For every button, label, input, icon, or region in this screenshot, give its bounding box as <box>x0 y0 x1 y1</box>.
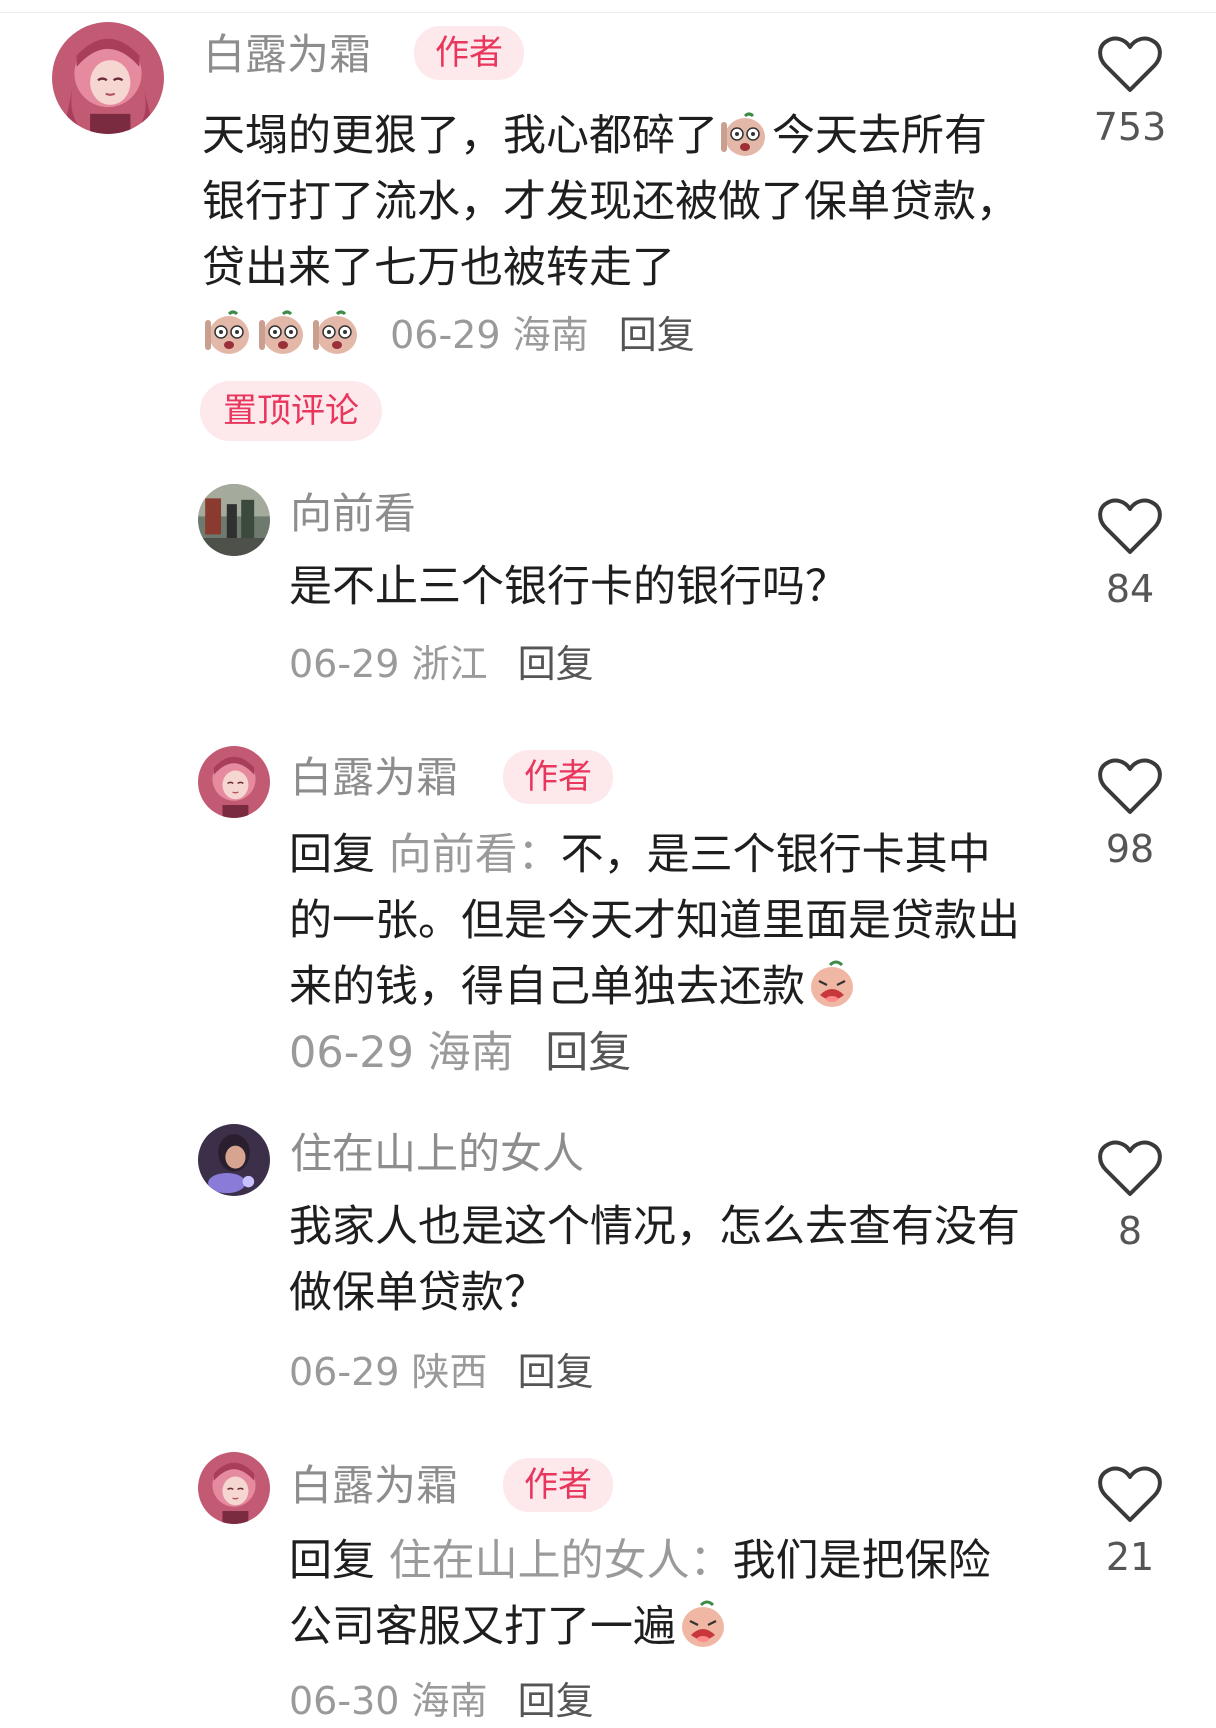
night-portrait-avatar[interactable] <box>198 1124 270 1196</box>
like-button[interactable]: 98 <box>1080 758 1180 874</box>
reply-button[interactable]: 回复 <box>518 1350 594 1394</box>
author-name[interactable]: 白露为霜 <box>290 1455 458 1517</box>
author-badge: 作者 <box>414 26 524 80</box>
top-divider <box>0 0 1216 13</box>
reply-button[interactable]: 回复 <box>619 313 695 357</box>
comment-text: 回复 住在山上的女人：我们是把保险公司客服又打了一遍 <box>289 1528 1029 1660</box>
reply-target[interactable]: 住在山上的女人： <box>389 1536 733 1586</box>
comment-location: 陕西 <box>411 1350 488 1394</box>
author-name[interactable]: 向前看 <box>290 484 416 544</box>
like-button[interactable]: 753 <box>1080 36 1180 152</box>
street-photo-avatar-icon <box>198 484 270 556</box>
reply-button[interactable]: 回复 <box>518 1679 594 1723</box>
author-badge: 作者 <box>503 750 613 804</box>
comment-text: 我家人也是这个情况，怎么去查有没有做保单贷款？ <box>289 1202 1020 1318</box>
anime-girl-avatar-icon <box>52 22 164 134</box>
comment-text-part1: 天塌的更狠了，我心都碎了 <box>202 111 718 161</box>
heart-outline-icon <box>1098 1466 1162 1522</box>
comment-text: 天塌的更狠了，我心都碎了 今天去所有银行打了流水，才发现还被做了保单贷款，贷出来了… <box>202 103 1022 301</box>
crying-peanut-emoji <box>677 1599 729 1649</box>
shocked-peanut-emoji <box>311 310 363 356</box>
like-count: 753 <box>1093 105 1167 149</box>
heart-outline-icon <box>1098 36 1162 92</box>
comment-location: 海南 <box>512 313 589 357</box>
anime-girl-avatar[interactable] <box>52 22 164 134</box>
comment-date: 06-30 <box>289 1679 400 1723</box>
anime-girl-avatar-icon <box>198 1452 270 1524</box>
anime-girl-avatar[interactable] <box>198 1452 270 1524</box>
author-name[interactable]: 住在山上的女人 <box>290 1124 584 1184</box>
comment-date: 06-29 <box>289 1028 414 1078</box>
reply-button[interactable]: 回复 <box>518 642 594 686</box>
shocked-peanut-emoji <box>257 310 309 356</box>
heart-outline-icon <box>1098 758 1162 814</box>
comment-location: 浙江 <box>411 642 488 686</box>
comment-meta: 06-29 陕西 回复 <box>289 1342 594 1402</box>
comment-location: 海南 <box>427 1028 514 1078</box>
comment-date: 06-29 <box>390 313 501 357</box>
crying-peanut-emoji <box>806 959 858 1009</box>
night-portrait-avatar-icon <box>198 1124 270 1196</box>
pinned-comment-badge: 置顶评论 <box>200 381 382 441</box>
comment-date: 06-29 <box>289 1350 400 1394</box>
comment-meta: 06-29 浙江 回复 <box>289 634 594 694</box>
shocked-peanut-emoji <box>203 310 255 356</box>
like-button[interactable]: 21 <box>1080 1466 1180 1582</box>
reply-prefix: 回复 <box>289 830 375 880</box>
author-name[interactable]: 白露为霜 <box>290 747 458 809</box>
heart-outline-icon <box>1098 1140 1162 1196</box>
like-count: 98 <box>1105 827 1155 871</box>
reply-target[interactable]: 向前看： <box>389 830 561 880</box>
comment-date: 06-29 <box>289 642 400 686</box>
comment-text: 回复 向前看：不，是三个银行卡其中的一张。但是今天才知道里面是贷款出来的钱，得自… <box>289 822 1029 1086</box>
author-badge: 作者 <box>503 1458 613 1512</box>
comment-meta: 06-30 海南 回复 <box>289 1676 594 1726</box>
shocked-peanut-emoji <box>719 112 771 158</box>
comment-location: 海南 <box>411 1679 488 1723</box>
like-button[interactable]: 8 <box>1080 1140 1180 1256</box>
comment-text: 是不止三个银行卡的银行吗？ <box>289 562 848 612</box>
like-count: 21 <box>1105 1535 1155 1579</box>
heart-outline-icon <box>1098 498 1162 554</box>
street-photo-avatar[interactable] <box>198 484 270 556</box>
reply-button[interactable]: 回复 <box>545 1028 631 1078</box>
author-name[interactable]: 白露为霜 <box>203 24 371 86</box>
anime-girl-avatar-icon <box>198 746 270 818</box>
like-button[interactable]: 84 <box>1080 498 1180 614</box>
like-count: 8 <box>1117 1209 1143 1253</box>
anime-girl-avatar[interactable] <box>198 746 270 818</box>
comment-meta: 06-29 海南 回复 <box>202 305 695 365</box>
comment-section: 白露为霜 作者 天塌的更狠了，我心都碎了 今天去所有银行打了流水，才发现还被做了保… <box>0 0 1216 1728</box>
reply-prefix: 回复 <box>289 1536 375 1586</box>
like-count: 84 <box>1105 567 1155 611</box>
comment-meta: 06-29 海南 回复 <box>289 1028 631 1078</box>
